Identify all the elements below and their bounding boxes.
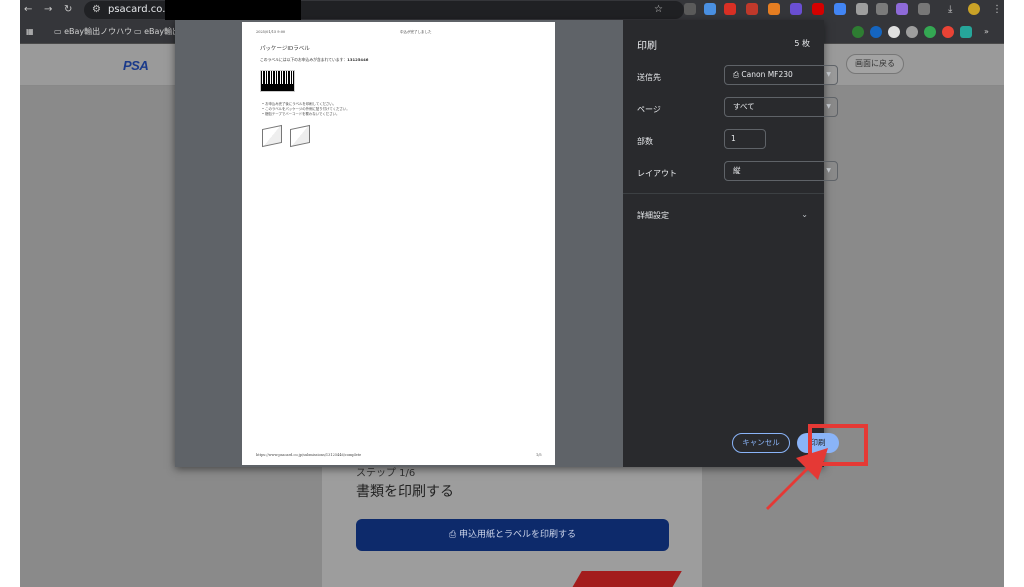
printer-icon: ⎙ [448,530,457,540]
reload-icon[interactable]: ↻ [64,3,72,17]
browser-toolbar: ← → ↻ ⚙ psacard.co.jp/ ☆ ⤓ ⋮ [20,0,1004,24]
preview-sheet: 2025/01/15 9:00 中込が完了しました パッケージIDラベル このラ… [242,22,555,465]
print-dialog: 2025/01/15 9:00 中込が完了しました パッケージIDラベル このラ… [175,20,839,467]
list-item: • 梱包テープでバーコードを覆わないでください。 [262,112,340,116]
bookmark-folder-ebay[interactable]: ▭ eBay輸出 [134,26,180,38]
printer-icon: ⎙ [733,70,739,79]
bookmark-star-icon[interactable]: ☆ [654,3,663,17]
barcode-redaction [262,84,293,91]
destination-label: 送信先 [637,73,661,82]
sheet-header-right: 中込が完了しました [400,30,432,34]
package-tape-icon [290,124,310,148]
extension-icon[interactable] [790,3,802,15]
back-to-screen-button[interactable]: 画面に戻る [846,54,904,74]
sheet-footer-url: https://www.psacard.co.jp/submissions/13… [256,453,362,457]
page-title: 書類を印刷する [356,484,454,500]
print-preview-area: 2025/01/15 9:00 中込が完了しました パッケージIDラベル このラ… [175,20,623,467]
chevron-down-icon: ▼ [826,167,831,174]
extension-icon[interactable] [834,3,846,15]
sheet-count: 5 枚 [794,39,810,48]
copies-label: 部数 [637,137,653,146]
print-application-button[interactable]: ⎙ 申込用紙とラベルを印刷する [356,519,669,551]
copies-input[interactable]: 1 [724,129,766,149]
bookmark-icon[interactable] [960,26,972,38]
forward-icon[interactable]: → [44,3,52,17]
sheet-header-left: 2025/01/15 9:00 [256,30,286,34]
label-line: このラベルには以下のお申込みが含まれています：13125446 [260,57,369,62]
divider [623,193,824,194]
pages-select[interactable]: すべて ▼ [724,97,838,117]
extension-icon[interactable] [856,3,868,15]
avatar[interactable] [968,3,980,15]
bookmark-icon[interactable] [906,26,918,38]
print-settings-panel: 印刷 5 枚 送信先 ⎙ Canon MF230 ▼ ページ すべて ▼ 部数 … [623,20,839,467]
layout-label: レイアウト [637,169,677,178]
bookmark-icon[interactable] [870,26,882,38]
back-icon[interactable]: ← [24,3,32,17]
annotation-arrow [766,448,828,510]
extension-icon[interactable] [896,3,908,15]
layout-select[interactable]: 縦 ▼ [724,161,838,181]
download-icon[interactable]: ⤓ [948,3,952,17]
bookmark-icon[interactable] [942,26,954,38]
destination-select[interactable]: ⎙ Canon MF230 ▼ [724,65,838,85]
extension-icon[interactable] [812,3,824,15]
package-icon [262,124,282,148]
bookmark-icon[interactable] [852,26,864,38]
bookmark-icon[interactable] [924,26,936,38]
extension-icon[interactable] [684,3,696,15]
extension-icon[interactable] [724,3,736,15]
extension-icon[interactable] [768,3,780,15]
extension-icon[interactable] [876,3,888,15]
chevron-down-icon[interactable]: ⌄ [801,210,808,219]
screenshot-frame: ← → ↻ ⚙ psacard.co.jp/ ☆ ⤓ ⋮ ▦ ▭ eBay輸出ノ… [20,0,1004,587]
extension-icon[interactable] [746,3,758,15]
puzzle-icon[interactable] [918,3,930,15]
more-bookmarks-icon[interactable]: » [984,26,989,38]
extension-icon[interactable] [704,3,716,15]
chevron-down-icon: ▼ [826,71,831,78]
instruction-list: • お申込み完了後にラベルを印刷してください。 • このラベルをパッケージの外側… [262,102,350,117]
pages-label: ページ [637,105,661,114]
psa-logo[interactable]: PSA [123,58,149,73]
apps-icon[interactable]: ▦ [26,26,34,38]
site-info-icon[interactable]: ⚙ [92,3,101,17]
red-decoration [570,571,682,587]
chevron-down-icon: ▼ [826,103,831,110]
menu-icon[interactable]: ⋮ [992,3,1002,17]
bookmark-folder-ebay-knowhow[interactable]: ▭ eBay輸出ノウハウ [54,26,132,38]
bookmark-icon[interactable] [888,26,900,38]
dialog-title: 印刷 [637,41,657,52]
label-title: パッケージIDラベル [260,46,310,52]
sheet-page-number: 1/5 [536,453,542,457]
advanced-settings-toggle[interactable]: 詳細設定 [637,210,669,221]
